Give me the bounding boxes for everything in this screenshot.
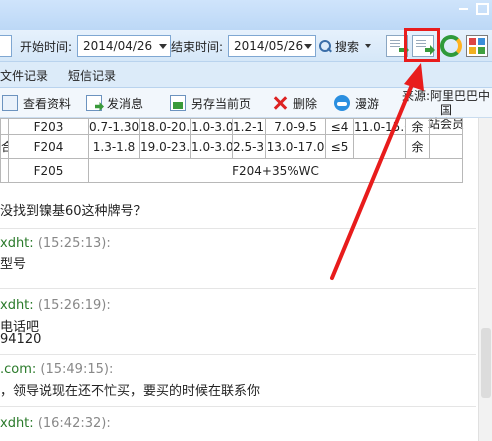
maximize-button[interactable] <box>472 2 492 15</box>
delete-button[interactable]: 删除 <box>272 93 317 113</box>
table-cell: F205 <box>8 158 89 183</box>
table-cell: 0.7-1.30 <box>88 118 140 135</box>
start-date-picker[interactable]: 2014/04/26 <box>77 35 171 57</box>
divider <box>0 288 476 289</box>
tab-sms-records[interactable]: 短信记录 <box>68 67 116 84</box>
end-time-label: 结束时间: <box>171 40 224 54</box>
sender-name: xdht: <box>0 416 34 431</box>
table-cell: ≤5 <box>325 134 354 159</box>
roam-button[interactable]: 漫游 <box>334 93 379 113</box>
chat-message-header: xdht: (15:25:13): <box>0 236 111 251</box>
table-cell: 余 <box>405 134 430 159</box>
table-cell: 2.5-3.5 <box>232 134 266 159</box>
cut-off-field[interactable] <box>0 35 12 57</box>
table-cell: 18.0-20.0 <box>139 118 191 135</box>
refresh-icon[interactable] <box>440 35 462 57</box>
cloud-icon <box>334 95 350 111</box>
table-cell: 1.3-1.8 <box>88 134 140 159</box>
save-icon <box>170 95 186 111</box>
table-cell <box>0 158 9 183</box>
sender-name: xdht: <box>0 236 34 251</box>
highlight-box <box>404 28 440 62</box>
dropdown-arrow-icon <box>365 44 372 48</box>
search-button-label: 搜索 <box>335 39 360 54</box>
search-icon <box>318 39 332 53</box>
view-profile-label: 查看资料 <box>23 96 72 111</box>
divider <box>0 228 476 229</box>
send-icon <box>86 95 102 111</box>
divider <box>0 406 476 407</box>
table-cell: 7.0-9.5 <box>265 118 326 135</box>
delete-icon <box>272 95 288 111</box>
chat-message-text: 型号 <box>0 257 27 272</box>
save-page-label: 另存当前页 <box>191 96 252 111</box>
search-button[interactable]: 搜索 <box>318 36 372 56</box>
send-message-label: 发消息 <box>107 96 144 111</box>
minimize-button[interactable] <box>454 2 474 14</box>
chat-message-text: 94120 <box>0 332 42 347</box>
timestamp: (15:26:19): <box>37 298 111 313</box>
title-bar <box>0 0 492 30</box>
table-cell: 13.0-17.0 <box>265 134 326 159</box>
table-cell: ≤4 <box>325 118 354 135</box>
timestamp: (16:42:32): <box>37 416 111 431</box>
table-cell: 1.2-1.7 <box>232 118 266 135</box>
divider <box>0 354 476 355</box>
table-cell: F204 <box>8 134 89 159</box>
start-date-value: 2014/04/26 <box>83 39 153 53</box>
delete-label: 删除 <box>293 96 318 111</box>
table-row: F203 0.7-1.30 18.0-20.0 1.0-3.0 1.2-1.7 … <box>0 118 463 135</box>
source-line-1: 来源:阿里巴巴中国 <box>401 89 491 117</box>
spec-table: F203 0.7-1.30 18.0-20.0 1.0-3.0 1.2-1.7 … <box>0 118 463 183</box>
table-cell: 余 <box>405 118 430 135</box>
table-cell: F203 <box>8 118 89 135</box>
table-row: F205 F204+35%WC <box>0 158 463 183</box>
chevron-down-icon <box>159 44 167 49</box>
chat-message-header: xdht: (15:26:19): <box>0 298 111 313</box>
timestamp: (15:25:13): <box>37 236 111 251</box>
table-cell <box>353 134 406 159</box>
end-date-value: 2014/05/26 <box>234 39 304 53</box>
table-cell: 1.0-3.0 <box>190 118 233 135</box>
table-cell: 合 <box>0 134 9 159</box>
table-cell: 1.0-3.0 <box>190 134 233 159</box>
chat-message-header: xdht: (16:42:32): <box>0 416 111 431</box>
view-profile-button[interactable]: 查看资料 <box>2 93 71 113</box>
table-cell <box>429 118 463 135</box>
roam-label: 漫游 <box>355 96 380 111</box>
table-cell: 19.0-23.0 <box>139 134 191 159</box>
record-tabs: 文件记录 短信记录 <box>0 62 492 88</box>
table-cell <box>429 134 463 159</box>
scroll-thumb[interactable] <box>481 328 491 398</box>
tab-file-records[interactable]: 文件记录 <box>0 67 48 84</box>
chat-question: 没找到镍基60这种牌号？ <box>0 204 147 219</box>
chevron-down-icon <box>304 44 312 49</box>
sender-name: .com: <box>0 362 37 377</box>
start-time-label: 开始时间: <box>20 40 73 54</box>
table-cell: 11.0-15.0 <box>353 118 406 135</box>
table-cell: F204+35%WC <box>88 158 463 183</box>
manager-icon[interactable] <box>466 35 488 57</box>
chat-message-text: ，领导说现在还不忙买，要买的时候在联系你 <box>0 384 261 399</box>
send-message-button[interactable]: 发消息 <box>86 93 143 113</box>
timestamp: (15:49:15): <box>40 362 114 377</box>
sender-name: xdht: <box>0 298 34 313</box>
table-row: 合 F204 1.3-1.8 19.0-23.0 1.0-3.0 2.5-3.5… <box>0 134 463 159</box>
table-cell <box>0 118 9 135</box>
chat-message-header: .com: (15:49:15): <box>0 362 113 377</box>
save-page-button[interactable]: 另存当前页 <box>170 93 251 113</box>
profile-icon <box>2 95 18 111</box>
chat-scrollbar[interactable] <box>478 118 492 441</box>
end-date-picker[interactable]: 2014/05/26 <box>228 35 316 57</box>
